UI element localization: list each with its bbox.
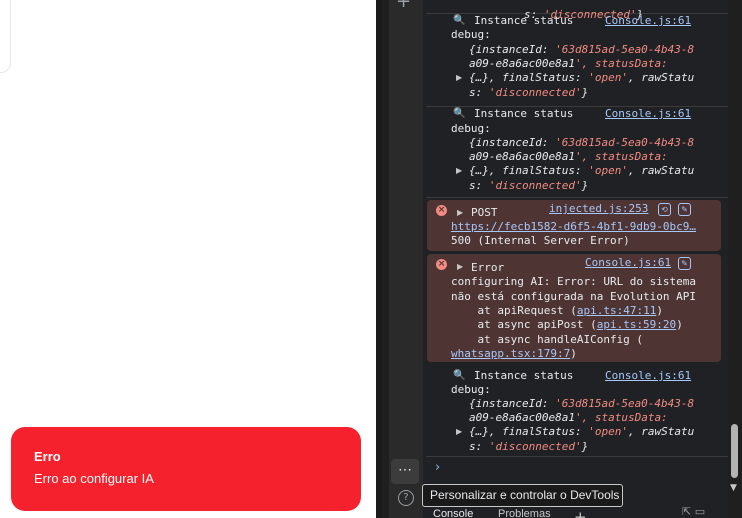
console-message: 🔍 Instance status Console.js:61 debug: {… <box>426 369 728 457</box>
devtools-sidebar: + ⋯ ? <box>382 0 423 518</box>
object-line: {instanceId: '63d815ad-5ea0-4b43-8 <box>469 397 695 410</box>
expand-triangle-icon[interactable]: ▶ <box>456 425 462 439</box>
add-tab-icon[interactable]: + <box>574 508 587 518</box>
add-icon[interactable]: + <box>396 0 411 11</box>
ai-insight-icon[interactable]: ✎ <box>678 203 691 216</box>
error-icon: × <box>436 205 447 216</box>
sidebar-rail <box>389 0 423 518</box>
stack-frame: at async apiPost (api.ts:59:20) <box>451 318 683 331</box>
console-error-message: × ▶ POST injected.js:253 ⟲ ✎ https://fec… <box>427 200 721 251</box>
object-line: s: 'disconnected'} <box>469 86 589 99</box>
message-head: Error <box>471 261 505 274</box>
console-message: 🔍 Instance status Console.js:61 debug: {… <box>426 14 728 107</box>
drawer-dock-icons[interactable]: ⇱ ▭ <box>682 505 705 518</box>
object-line[interactable]: {…}, finalStatus: 'open', rawStatu <box>469 164 694 178</box>
scrollbar-thumb[interactable] <box>731 424 738 478</box>
page-card-edge <box>0 0 11 73</box>
source-link[interactable]: Console.js:61 <box>605 369 691 383</box>
message-head: Instance status <box>474 107 574 120</box>
app-page: Erro Erro ao configurar IA <box>0 0 376 518</box>
more-options-button[interactable]: ⋯ <box>391 459 419 484</box>
object-line: a09-e8a6ac00e8a1', statusData: <box>469 411 668 424</box>
devtools-panel: + ⋯ ? s: 'disconnected'} 🔍 Instance stat… <box>382 0 742 518</box>
source-link[interactable]: Console.js:61 <box>605 107 691 121</box>
object-line: s: 'disconnected'} <box>469 179 589 192</box>
message-head: POST <box>471 206 498 219</box>
expand-triangle-icon[interactable]: ▶ <box>457 206 463 220</box>
toast-title: Erro <box>34 449 61 464</box>
object-line: {instanceId: '63d815ad-5ea0-4b43-8 <box>469 136 695 149</box>
console-error-message: × ▶ Error Console.js:61 ✎ configuring AI… <box>427 254 721 362</box>
ai-insight-icon[interactable]: ✎ <box>678 257 691 270</box>
object-line[interactable]: {…}, finalStatus: 'open', rawStatu <box>469 71 694 85</box>
error-detail: 500 (Internal Server Error) <box>451 234 630 247</box>
console-message: 🔍 Instance status Console.js:61 debug: {… <box>426 107 728 198</box>
request-url-link[interactable]: https://fecb1582-d6f5-4bf1-9db9-0bc9… <box>451 220 696 234</box>
network-icon[interactable]: ⟲ <box>658 203 671 216</box>
message-head: Instance status <box>474 369 574 382</box>
console-output: s: 'disconnected'} 🔍 Instance status Con… <box>426 0 728 518</box>
stack-link[interactable]: api.ts:59:20 <box>597 318 676 331</box>
message-label: debug: <box>451 28 491 41</box>
scroll-down-arrow-icon[interactable]: ▼ <box>730 483 737 493</box>
help-icon[interactable]: ? <box>398 490 414 506</box>
source-link[interactable]: injected.js:253 <box>549 202 648 216</box>
magnifier-icon: 🔍 <box>453 15 466 26</box>
stack-frame: whatsapp.tsx:179:7) <box>451 347 577 360</box>
source-link[interactable]: Console.js:61 <box>585 256 671 270</box>
object-line: a09-e8a6ac00e8a1', statusData: <box>469 150 668 163</box>
magnifier-icon: 🔍 <box>453 108 466 119</box>
toast-description: Erro ao configurar IA <box>34 471 154 486</box>
stack-link[interactable]: api.ts:47:11 <box>577 304 656 317</box>
error-toast[interactable]: Erro Erro ao configurar IA <box>11 427 361 511</box>
console-prompt[interactable]: › <box>435 460 440 475</box>
tab-problems[interactable]: Problemas <box>498 508 551 518</box>
tab-console[interactable]: Console <box>433 508 473 518</box>
object-line[interactable]: {…}, finalStatus: 'open', rawStatu <box>469 425 694 439</box>
error-icon: × <box>436 259 447 270</box>
error-line: configuring AI: Error: URL do sistema <box>451 275 697 288</box>
object-line: s: 'disconnected'} <box>469 440 589 453</box>
message-label: debug: <box>451 122 491 135</box>
devtools-tooltip: Personalizar e controlar o DevTools <box>422 484 623 507</box>
expand-triangle-icon[interactable]: ▶ <box>457 260 463 274</box>
stack-frame: at apiRequest (api.ts:47:11) <box>451 304 663 317</box>
error-line: não está configurada na Evolution API <box>451 290 697 303</box>
message-label: debug: <box>451 383 491 396</box>
message-head: Instance status <box>474 14 574 27</box>
console-message: s: 'disconnected'} <box>426 0 728 21</box>
expand-triangle-icon[interactable]: ▶ <box>456 71 462 85</box>
object-line: a09-e8a6ac00e8a1', statusData: <box>469 57 668 70</box>
source-link[interactable]: Console.js:61 <box>605 14 691 28</box>
magnifier-icon: 🔍 <box>453 370 466 381</box>
stack-frame: at async handleAIConfig ( <box>451 333 644 346</box>
expand-triangle-icon[interactable]: ▶ <box>456 164 462 178</box>
stack-link[interactable]: whatsapp.tsx:179:7 <box>451 347 570 360</box>
object-line: {instanceId: '63d815ad-5ea0-4b43-8 <box>469 43 695 56</box>
